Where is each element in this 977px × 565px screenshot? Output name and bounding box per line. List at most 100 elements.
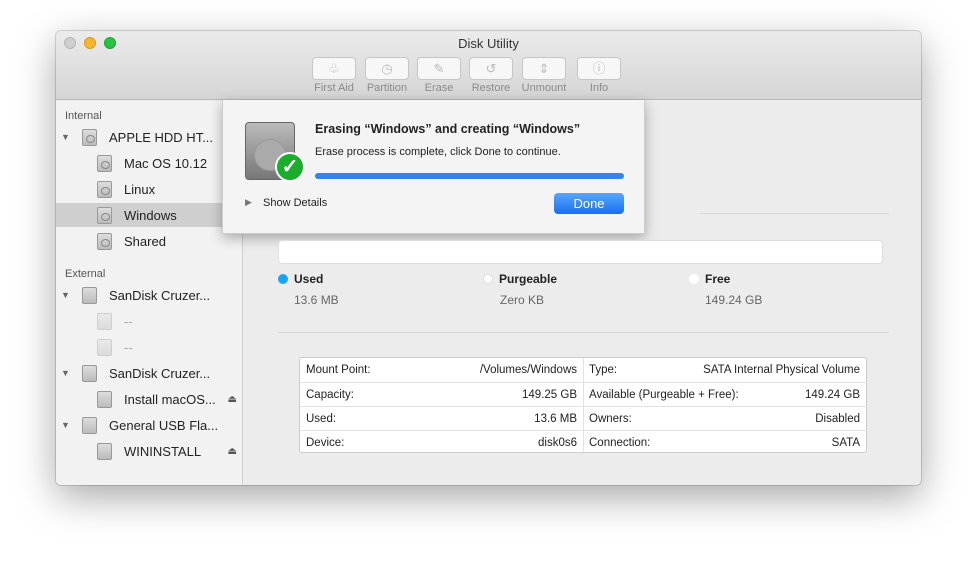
sidebar-item[interactable]: Install macOS... ⏏ [56, 387, 243, 411]
eject-icon[interactable]: ⏏ [228, 446, 237, 457]
toolbar-label: Restore [471, 82, 511, 94]
toolbar-unmount-button[interactable]: ⇕ Unmount [514, 57, 574, 94]
toolbar-erase-button[interactable]: ✎ Erase [409, 57, 469, 94]
info-row: Mount Point: /Volumes/Windows [300, 358, 583, 382]
info-icon[interactable]: ⓘ [577, 57, 621, 80]
toolbar-label: Unmount [521, 82, 567, 94]
sidebar-item[interactable]: WININSTALL ⏏ [56, 439, 243, 463]
info-value: 149.25 GB [522, 388, 577, 401]
info-key: Available (Purgeable + Free): [589, 388, 739, 401]
sidebar-item-label: Linux [124, 181, 156, 197]
section-external: External [65, 268, 106, 280]
sidebar-item-label: -- [124, 339, 133, 355]
disk-icon [82, 416, 97, 434]
disk-icon [82, 364, 97, 382]
sidebar-item[interactable]: -- [56, 309, 243, 333]
done-button[interactable]: Done [554, 193, 624, 214]
free-label: Free [705, 272, 731, 286]
sidebar-item[interactable]: -- [56, 335, 243, 359]
sidebar-item-label: Install macOS... [124, 391, 216, 407]
sidebar-item[interactable]: Linux [56, 177, 243, 201]
info-key: Capacity: [306, 388, 354, 401]
eject-icon[interactable]: ⏏ [228, 394, 237, 405]
sidebar-item[interactable]: ▼ APPLE HDD HT... [56, 125, 243, 149]
sheet-title: Erasing “Windows” and creating “Windows” [315, 122, 581, 136]
info-row: Connection: SATA [583, 430, 866, 454]
used-label: Used [294, 272, 324, 286]
info-value: /Volumes/Windows [479, 364, 577, 376]
toolbar-label: Info [589, 82, 609, 94]
sidebar-item-label: General USB Fla... [109, 417, 219, 433]
disk-icon [82, 128, 97, 146]
sidebar-item[interactable]: Mac OS 10.12 [56, 151, 243, 175]
toolbar-info-button[interactable]: ⓘ Info [569, 57, 629, 94]
erase-icon[interactable]: ✎ [417, 57, 461, 80]
purgeable-value: Zero KB [500, 293, 545, 307]
info-row: Capacity: 149.25 GB [300, 382, 583, 406]
info-value: SATA Internal Physical Volume [703, 364, 860, 376]
disk-icon [97, 442, 112, 460]
info-row: Device: disk0s6 [300, 430, 583, 454]
disclosure-triangle-icon[interactable]: ▼ [61, 290, 70, 300]
disk-icon [97, 312, 112, 330]
toolbar-partition-button[interactable]: ◷ Partition [357, 57, 417, 94]
toolbar: Disk Utility ♧ First Aid ◷ Partition ✎ Erase ↺… [56, 31, 921, 100]
used-dot [278, 274, 288, 284]
sidebar-item-label: APPLE HDD HT... [109, 129, 214, 145]
sidebar-item[interactable]: ▼ SanDisk Cruzer... [56, 283, 243, 307]
sidebar-item-label: -- [124, 313, 133, 329]
toolbar-label: First Aid [314, 82, 354, 94]
sidebar-item-label: SanDisk Cruzer... [109, 365, 211, 381]
sidebar: Internal External ▼ APPLE HDD HT... Mac OS… [56, 101, 243, 485]
sidebar-item-label: Mac OS 10.12 [124, 155, 208, 171]
info-table: Mount Point: /Volumes/Windows Capacity: 149… [299, 357, 867, 453]
disclosure-triangle-icon[interactable]: ▼ [61, 368, 70, 378]
show-details-toggle[interactable]: Show Details [263, 197, 327, 209]
section-internal: Internal [65, 110, 102, 122]
disk-icon [97, 180, 112, 198]
unmount-icon[interactable]: ⇕ [522, 57, 566, 80]
progress-fill [315, 173, 624, 179]
info-key: Connection: [589, 436, 651, 449]
info-row: Available (Purgeable + Free): 149.24 GB [583, 382, 866, 406]
info-row: Owners: Disabled [583, 406, 866, 430]
info-value: SATA [831, 436, 860, 449]
purgeable-label: Purgeable [499, 272, 558, 286]
erase-sheet: ✓ Erasing “Windows” and creating “Window… [222, 100, 645, 234]
legend-used: Used [278, 272, 323, 286]
restore-icon[interactable]: ↺ [469, 57, 513, 80]
info-key: Type: [589, 364, 618, 376]
disclosure-triangle-icon[interactable]: ▼ [61, 132, 70, 142]
purgeable-dot [483, 274, 493, 284]
info-key: Owners: [589, 412, 632, 425]
disk-icon [97, 232, 112, 250]
sidebar-item[interactable]: Windows [56, 203, 243, 227]
info-row: Used: 13.6 MB [300, 406, 583, 430]
sidebar-item[interactable]: ▼ SanDisk Cruzer... [56, 361, 243, 385]
divider [278, 332, 889, 333]
info-value: Disabled [815, 412, 860, 425]
free-value: 149.24 GB [705, 293, 763, 307]
sidebar-item[interactable]: Shared [56, 229, 243, 253]
info-value: 13.6 MB [534, 412, 577, 425]
disclosure-triangle-icon[interactable]: ▼ [61, 420, 70, 430]
toolbar-label: Erase [424, 82, 454, 94]
info-key: Mount Point: [306, 364, 371, 376]
disk-icon [82, 286, 97, 304]
free-dot [689, 274, 699, 284]
disk-icon [97, 154, 112, 172]
divider [700, 213, 889, 214]
sidebar-item-label: WININSTALL [124, 443, 202, 459]
info-key: Used: [306, 412, 337, 425]
disk-icon [97, 338, 112, 356]
info-value: disk0s6 [538, 436, 577, 449]
disclosure-triangle-icon[interactable]: ▶ [245, 197, 252, 208]
toolbar-label: Partition [366, 82, 408, 94]
toolbar-restore-button[interactable]: ↺ Restore [461, 57, 521, 94]
info-row: Type: SATA Internal Physical Volume [583, 358, 866, 382]
sidebar-item[interactable]: ▼ General USB Fla... [56, 413, 243, 437]
stethoscope-icon[interactable]: ♧ [312, 57, 356, 80]
info-key: Device: [306, 436, 345, 449]
toolbar-first-aid-button[interactable]: ♧ First Aid [304, 57, 364, 94]
pie-icon[interactable]: ◷ [365, 57, 409, 80]
